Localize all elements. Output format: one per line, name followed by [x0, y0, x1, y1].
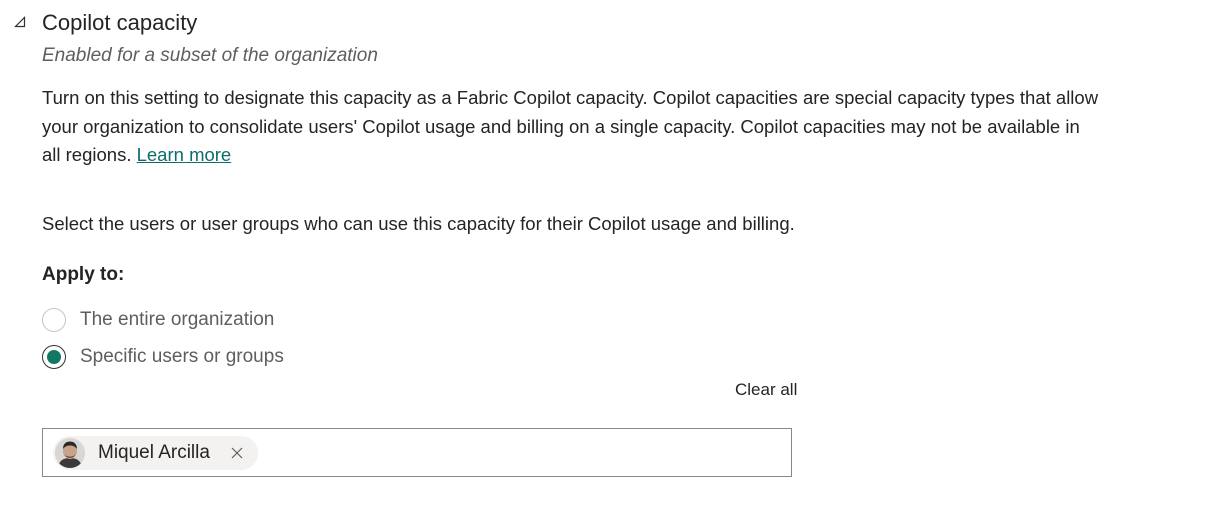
radio-label: Specific users or groups: [80, 346, 284, 367]
learn-more-link[interactable]: Learn more: [137, 144, 232, 165]
person-name: Miquel Arcilla: [98, 442, 210, 463]
radio-selected-dot: [47, 350, 61, 364]
description-line: your organization to consolidate users' …: [42, 115, 1080, 137]
person-chip[interactable]: Miquel Arcilla: [53, 436, 258, 470]
section-description: Turn on this setting to designate this c…: [42, 84, 1229, 170]
section-title: Copilot capacity: [42, 10, 198, 35]
radio-label: The entire organization: [80, 309, 275, 330]
description-line: Turn on this setting to designate this c…: [42, 87, 1099, 108]
copilot-capacity-section: Copilot capacity Enabled for a subset of…: [0, 0, 1229, 509]
section-subtitle: Enabled for a subset of the organization: [42, 45, 378, 66]
person-avatar: [55, 438, 85, 468]
apply-to-label: Apply to:: [42, 264, 125, 285]
people-picker-input[interactable]: Miquel Arcilla: [42, 428, 792, 477]
radio-specific-users-or-groups[interactable]: Specific users or groups: [42, 343, 284, 371]
description-line-text: all regions.: [42, 144, 132, 165]
clear-all-button[interactable]: Clear all: [735, 380, 797, 400]
selection-instruction: Select the users or user groups who can …: [42, 213, 795, 234]
description-line-last: all regions. Learn more: [42, 141, 1229, 170]
radio-button-unchecked[interactable]: [42, 308, 66, 332]
radio-button-checked[interactable]: [42, 345, 66, 369]
radio-entire-organization[interactable]: The entire organization: [42, 306, 274, 334]
close-icon[interactable]: [230, 446, 244, 460]
collapse-triangle-icon[interactable]: [13, 15, 27, 29]
